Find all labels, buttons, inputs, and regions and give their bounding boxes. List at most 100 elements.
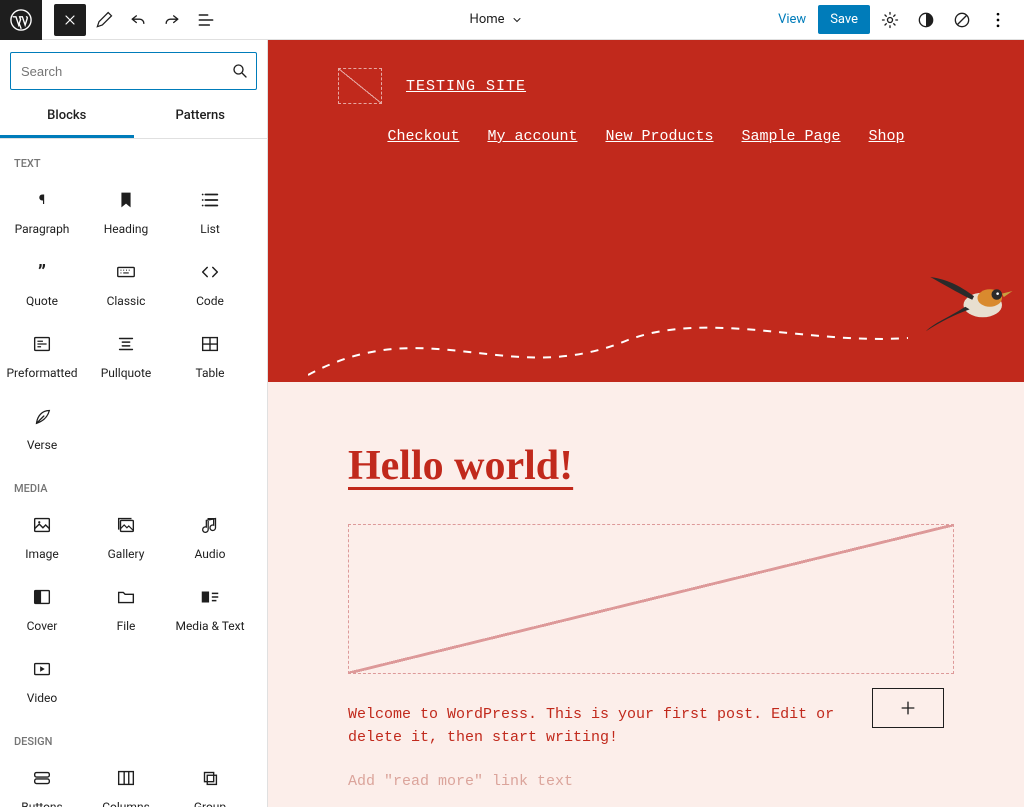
close-icon [62, 12, 78, 28]
document-title: Home [470, 12, 505, 27]
bookmark-icon [115, 188, 137, 212]
block-media-text[interactable]: Media & Text [168, 573, 252, 645]
save-button[interactable]: Save [818, 5, 870, 34]
post-body[interactable]: Welcome to WordPress. This is your first… [348, 704, 848, 749]
quote-icon: ” [38, 260, 46, 284]
block-heading[interactable]: Heading [84, 176, 168, 248]
list-view-icon [196, 10, 216, 30]
block-cover[interactable]: Cover [0, 573, 84, 645]
pullquote-icon [115, 332, 137, 356]
more-options-button[interactable] [982, 4, 1014, 36]
section-media-title: MEDIA [0, 464, 267, 501]
add-block-button[interactable] [872, 688, 944, 728]
block-gallery[interactable]: Gallery [84, 501, 168, 573]
nav-item[interactable]: My account [487, 128, 577, 145]
redo-button[interactable] [156, 4, 188, 36]
plus-icon [898, 698, 918, 718]
buttons-icon [31, 766, 53, 790]
table-icon [199, 332, 221, 356]
revisions-button[interactable] [946, 4, 978, 36]
redo-icon [162, 10, 182, 30]
block-pullquote[interactable]: Pullquote [84, 320, 168, 392]
topbar-right: View Save [770, 0, 1024, 39]
bird-image [919, 270, 1024, 340]
nav-item[interactable]: Sample Page [742, 128, 841, 145]
section-design-title: DESIGN [0, 717, 267, 754]
group-icon [199, 766, 221, 790]
block-video[interactable]: Video [0, 645, 84, 717]
view-link[interactable]: View [770, 12, 814, 27]
search-row [0, 40, 267, 98]
block-quote[interactable]: ” Quote [0, 248, 84, 320]
block-verse[interactable]: Verse [0, 392, 84, 464]
vertical-dots-icon [988, 10, 1008, 30]
list-icon [199, 188, 221, 212]
folder-icon [115, 585, 137, 609]
gallery-icon [115, 513, 137, 537]
image-icon [31, 513, 53, 537]
wordpress-logo[interactable] [0, 0, 42, 40]
block-columns[interactable]: Columns [84, 754, 168, 807]
block-group[interactable]: Group [168, 754, 252, 807]
editor-topbar: Home View Save [0, 0, 1024, 40]
post-content-area: Hello world! Welcome to WordPress. This … [268, 382, 1024, 807]
undo-button[interactable] [122, 4, 154, 36]
nav-item[interactable]: Checkout [387, 128, 459, 145]
preformatted-icon [31, 332, 53, 356]
readmore-placeholder[interactable]: Add "read more" link text [348, 773, 944, 790]
keyboard-icon [115, 260, 137, 284]
tab-blocks[interactable]: Blocks [0, 98, 134, 138]
pilcrow-icon: ¶ [39, 188, 45, 212]
search-icon [231, 62, 249, 80]
inserter-tabs: Blocks Patterns [0, 98, 267, 139]
media-blocks: Image Gallery Audio Cover File Media & T… [0, 501, 267, 717]
post-title[interactable]: Hello world! [348, 442, 944, 490]
gear-icon [880, 10, 900, 30]
topbar-left [0, 0, 222, 39]
block-paragraph[interactable]: ¶ Paragraph [0, 176, 84, 248]
block-file[interactable]: File [84, 573, 168, 645]
clock-slash-icon [952, 10, 972, 30]
site-logo-placeholder[interactable] [338, 68, 382, 104]
block-image[interactable]: Image [0, 501, 84, 573]
nav-item[interactable]: New Products [605, 128, 713, 145]
edit-tool-button[interactable] [88, 4, 120, 36]
site-title[interactable]: TESTING SITE [406, 78, 526, 95]
block-code[interactable]: Code [168, 248, 252, 320]
chevron-down-icon [511, 14, 523, 26]
styles-button[interactable] [910, 4, 942, 36]
close-inserter-button[interactable] [54, 4, 86, 36]
undo-icon [128, 10, 148, 30]
section-text-title: TEXT [0, 139, 267, 176]
settings-button[interactable] [874, 4, 906, 36]
block-list[interactable]: List [168, 176, 252, 248]
site-nav: Checkout My account New Products Sample … [338, 128, 954, 145]
audio-icon [199, 513, 221, 537]
columns-icon [115, 766, 137, 790]
design-blocks: Buttons Columns Group [0, 754, 267, 807]
document-title-dropdown[interactable]: Home [222, 12, 770, 27]
half-circle-icon [916, 10, 936, 30]
wordpress-icon [10, 9, 32, 31]
editor-canvas[interactable]: TESTING SITE Checkout My account New Pro… [268, 40, 1024, 807]
pencil-icon [94, 10, 114, 30]
block-classic[interactable]: Classic [84, 248, 168, 320]
text-blocks: ¶ Paragraph Heading List ” Quote Classic [0, 176, 267, 464]
block-inserter-panel: Blocks Patterns TEXT ¶ Paragraph Heading… [0, 40, 268, 807]
media-text-icon [199, 585, 221, 609]
search-input[interactable] [10, 52, 257, 90]
site-header: TESTING SITE Checkout My account New Pro… [268, 40, 1024, 382]
block-buttons[interactable]: Buttons [0, 754, 84, 807]
block-table[interactable]: Table [168, 320, 252, 392]
feather-icon [31, 404, 53, 428]
dashed-trail [308, 320, 908, 380]
document-overview-button[interactable] [190, 4, 222, 36]
featured-image-placeholder[interactable] [348, 524, 954, 674]
code-icon [199, 260, 221, 284]
tab-patterns[interactable]: Patterns [134, 98, 268, 138]
nav-item[interactable]: Shop [869, 128, 905, 145]
block-preformatted[interactable]: Preformatted [0, 320, 84, 392]
cover-icon [31, 585, 53, 609]
video-icon [31, 657, 53, 681]
block-audio[interactable]: Audio [168, 501, 252, 573]
